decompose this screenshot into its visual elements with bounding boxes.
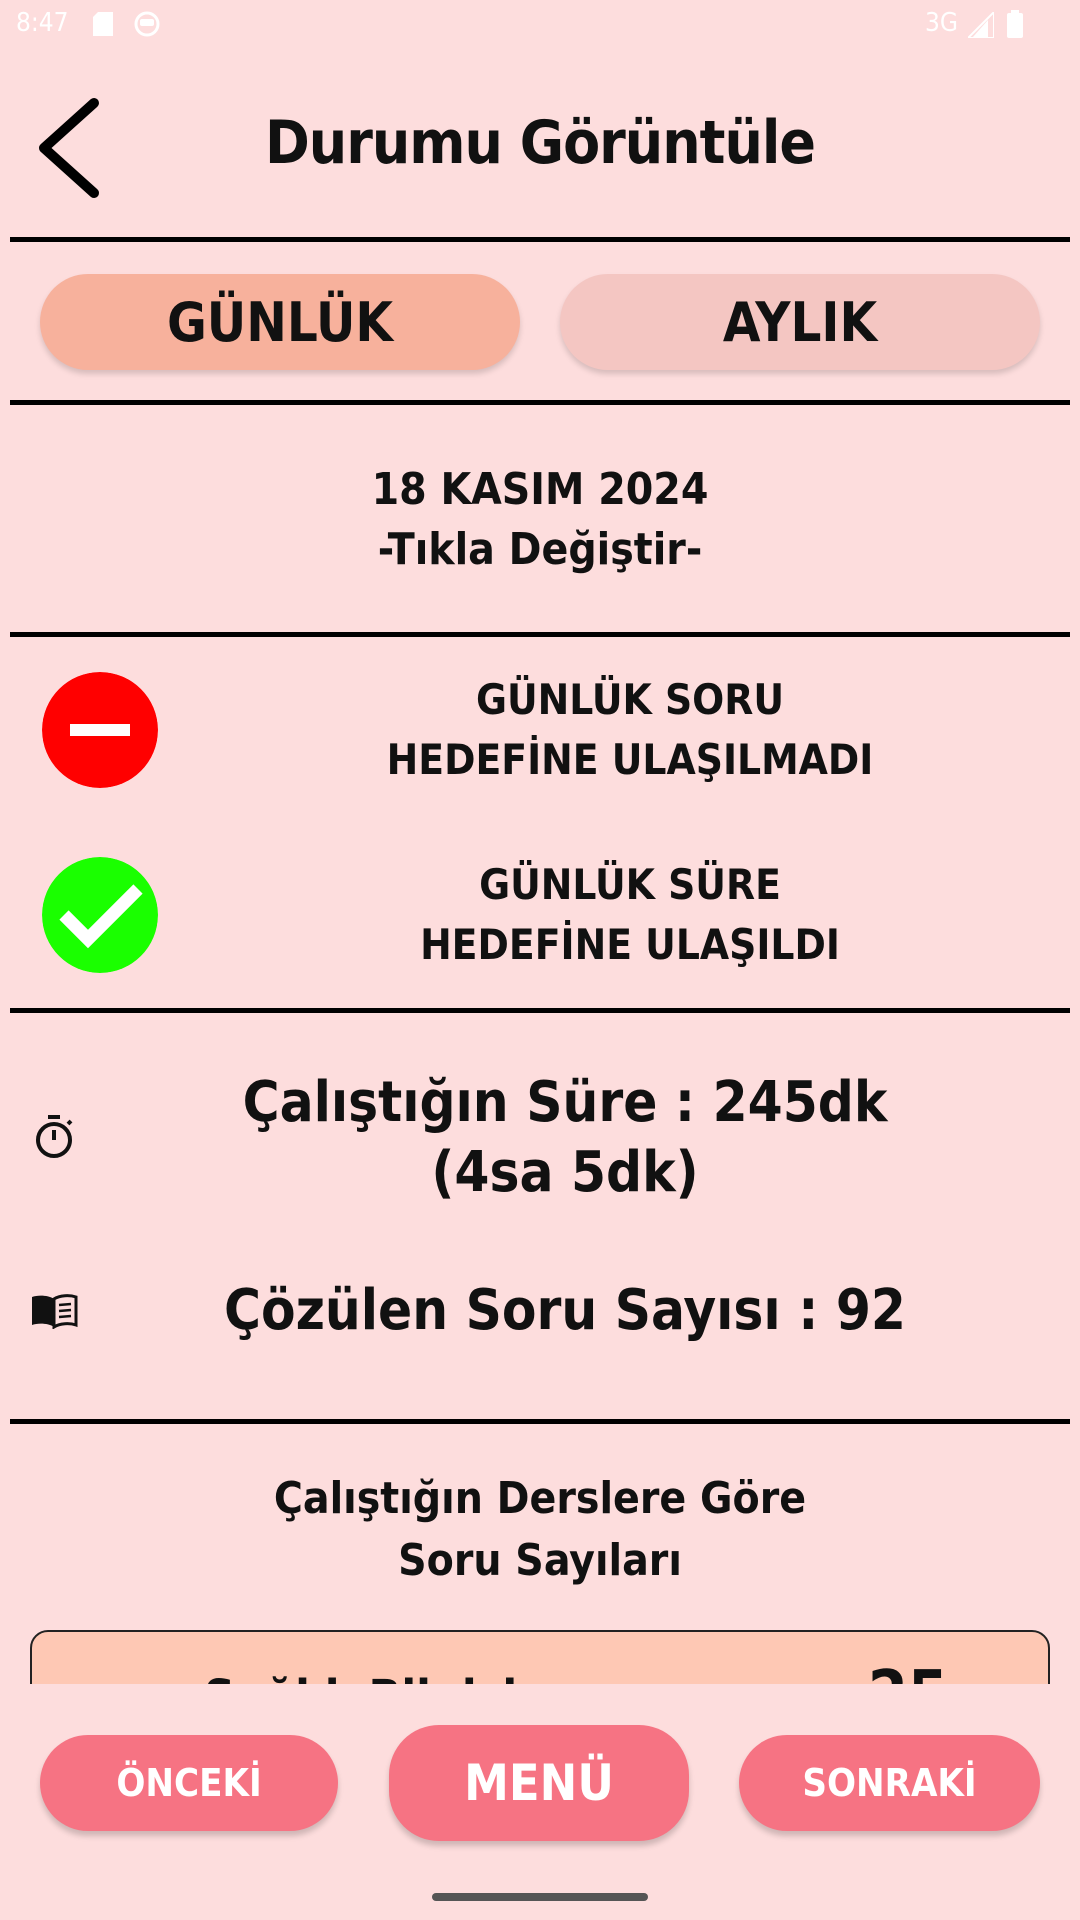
study-time: Çalıştığın Süre : 245dk (4sa 5dk) bbox=[242, 1070, 888, 1205]
divider bbox=[10, 237, 1070, 242]
subject-list[interactable]: Sağlık Bilgisi 25 bbox=[30, 1630, 1050, 1684]
checkmark-icon bbox=[42, 857, 158, 973]
signal-icon bbox=[968, 12, 994, 38]
page-title: Durumu Görüntüle bbox=[264, 108, 816, 178]
status-time: 8:47 bbox=[16, 8, 69, 38]
subject-name: Sağlık Bilgisi bbox=[204, 1670, 517, 1684]
date-selector[interactable]: 18 KASIM 2024 -Tıkla Değiştir- bbox=[0, 460, 1080, 580]
date-change-hint: -Tıkla Değiştir- bbox=[377, 524, 703, 575]
next-button[interactable]: SONRAKİ bbox=[739, 1735, 1040, 1831]
notification-app-icon bbox=[134, 11, 160, 37]
question-goal-status: GÜNLÜK SORU HEDEFİNE ULAŞILMADI bbox=[386, 675, 874, 784]
selected-date: 18 KASIM 2024 bbox=[371, 464, 709, 515]
book-icon bbox=[32, 1294, 78, 1329]
previous-button[interactable]: ÖNCEKİ bbox=[40, 1735, 338, 1831]
status-bar: 8:47 3G bbox=[0, 0, 1080, 48]
divider bbox=[10, 1008, 1070, 1013]
solved-questions: Çözülen Soru Sayısı : 92 bbox=[224, 1278, 906, 1343]
time-goal-status: GÜNLÜK SÜRE HEDEFİNE ULAŞILDI bbox=[420, 860, 840, 969]
home-indicator[interactable] bbox=[432, 1893, 648, 1901]
tab-monthly[interactable]: AYLIK bbox=[560, 274, 1040, 370]
subjects-heading: Çalıştığın Derslere Göre Soru Sayıları bbox=[273, 1473, 807, 1586]
tab-daily[interactable]: GÜNLÜK bbox=[40, 274, 520, 370]
menu-button[interactable]: MENÜ bbox=[389, 1725, 689, 1841]
subject-card[interactable]: Sağlık Bilgisi 25 bbox=[30, 1630, 1050, 1684]
divider bbox=[10, 1419, 1070, 1424]
divider bbox=[10, 400, 1070, 405]
divider bbox=[10, 632, 1070, 637]
sd-card-icon bbox=[93, 12, 113, 36]
not-reached-icon bbox=[42, 672, 158, 788]
stopwatch-icon bbox=[36, 1115, 73, 1158]
battery-icon bbox=[1007, 10, 1023, 38]
subject-count: 25 bbox=[868, 1658, 948, 1684]
network-type: 3G bbox=[925, 8, 959, 38]
